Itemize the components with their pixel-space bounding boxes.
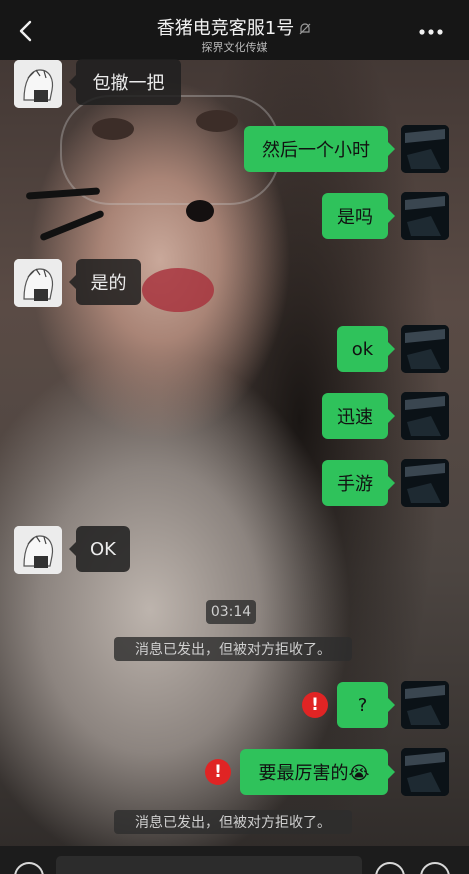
user-avatar[interactable]	[401, 192, 449, 240]
message-bubble-sent[interactable]: 迅速	[322, 393, 395, 439]
chat-timestamp: 03:14	[206, 600, 256, 624]
rejected-notice: 消息已发出，但被对方拒收了。	[114, 810, 352, 834]
bg-whisker	[39, 209, 105, 242]
bg-eye	[92, 118, 134, 140]
contact-avatar[interactable]	[14, 259, 62, 307]
voice-input-icon[interactable]	[14, 862, 44, 874]
bg-nose	[186, 200, 214, 222]
user-avatar[interactable]	[401, 325, 449, 373]
bg-lips	[142, 268, 214, 312]
send-failed-icon[interactable]: !	[302, 692, 328, 718]
message-bubble-received[interactable]: OK	[69, 526, 130, 572]
contact-avatar[interactable]	[14, 60, 62, 108]
chat-input-bar	[0, 846, 469, 874]
message-bubble-sent[interactable]: 手游	[322, 460, 395, 506]
message-bubble-sent[interactable]: ?	[337, 682, 395, 728]
plus-icon[interactable]	[420, 862, 450, 874]
message-bubble-received[interactable]: 包撤一把	[69, 59, 181, 105]
chat-background-photo	[0, 0, 469, 874]
contact-avatar[interactable]	[14, 526, 62, 574]
user-avatar[interactable]	[401, 125, 449, 173]
bell-off-icon	[299, 23, 311, 35]
message-bubble-sent[interactable]: 要最厉害的😭	[240, 749, 395, 795]
send-failed-icon[interactable]: !	[205, 759, 231, 785]
message-bubble-sent[interactable]: 然后一个小时	[244, 126, 395, 172]
user-avatar[interactable]	[401, 392, 449, 440]
message-bubble-sent[interactable]: 是吗	[322, 193, 395, 239]
user-avatar[interactable]	[401, 748, 449, 796]
more-horizontal-icon[interactable]	[418, 26, 444, 38]
user-avatar[interactable]	[401, 459, 449, 507]
message-bubble-sent[interactable]: ok	[337, 326, 395, 372]
user-avatar[interactable]	[401, 681, 449, 729]
bg-eye	[196, 110, 238, 132]
chat-header: 香猪电竞客服1号 探界文化传媒	[0, 0, 469, 60]
emoji-icon[interactable]	[375, 862, 405, 874]
message-bubble-received[interactable]: 是的	[69, 259, 141, 305]
chat-title: 香猪电竞客服1号	[156, 18, 295, 39]
chat-subtitle: 探界文化传媒	[201, 41, 268, 54]
rejected-notice: 消息已发出，但被对方拒收了。	[114, 637, 352, 661]
message-input[interactable]	[56, 856, 362, 874]
chat-title-row: 香猪电竞客服1号	[0, 14, 469, 40]
